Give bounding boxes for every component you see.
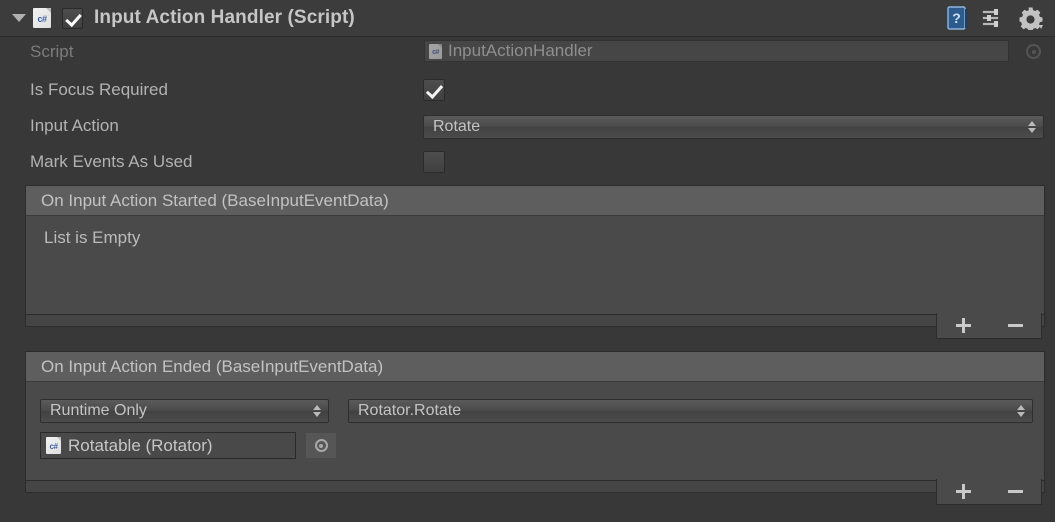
help-icon[interactable]: ? [946,5,970,31]
event-list-body: List is Empty [26,216,1044,248]
preset-icon[interactable] [982,7,1006,29]
function-dropdown[interactable]: Rotator.Rotate [348,399,1033,423]
mark-events-as-used-checkbox[interactable] [423,151,445,173]
csharp-script-icon: c# [46,437,61,454]
csharp-script-icon: c# [429,43,442,59]
remove-listener-button[interactable] [995,313,1035,338]
is-focus-required-row: Is Focus Required [0,76,1055,104]
list-empty-text: List is Empty [44,228,141,247]
object-picker-icon[interactable] [306,433,336,458]
event-footer-strip [25,315,1045,327]
target-object-field[interactable]: c# Rotatable (Rotator) [40,432,296,459]
script-value: InputActionHandler [448,41,593,60]
remove-listener-button[interactable] [995,479,1035,504]
gear-icon[interactable] [1018,6,1043,32]
input-action-label: Input Action [30,116,119,135]
is-focus-required-checkbox[interactable] [423,79,445,101]
svg-text:?: ? [952,10,961,26]
target-object-value: Rotatable (Rotator) [68,435,213,455]
event-footer-strip [25,481,1045,493]
on-input-action-started-section: On Input Action Started (BaseInputEventD… [25,185,1045,315]
csharp-script-icon: c# [33,8,51,28]
script-field: c# InputActionHandler [424,40,1009,62]
add-listener-button[interactable] [943,479,983,504]
section-header: On Input Action Ended (BaseInputEventDat… [26,352,1044,382]
mark-events-as-used-row: Mark Events As Used [0,148,1055,176]
input-action-dropdown[interactable]: Rotate [423,115,1044,139]
call-state-value: Runtime Only [50,402,147,419]
chevron-updown-icon [1017,405,1025,417]
function-value: Rotator.Rotate [358,402,462,419]
object-picker-icon [1026,44,1041,59]
component-enabled-checkbox[interactable] [62,7,83,29]
input-action-value: Rotate [433,118,481,135]
section-title: On Input Action Started (BaseInputEventD… [41,190,389,210]
script-label: Script [30,42,74,61]
is-focus-required-label: Is Focus Required [30,80,168,99]
call-state-dropdown[interactable]: Runtime Only [40,399,329,423]
foldout-arrow-icon[interactable] [8,14,30,22]
page-title: Input Action Handler (Script) [94,7,355,28]
event-add-remove-group [936,479,1042,505]
component-header[interactable]: c# Input Action Handler (Script) ? [0,0,1055,37]
add-listener-button[interactable] [943,313,983,338]
mark-events-as-used-label: Mark Events As Used [30,152,193,171]
chevron-updown-icon [1028,121,1036,133]
section-header: On Input Action Started (BaseInputEventD… [26,186,1044,216]
event-add-remove-group [936,313,1042,339]
header-icon-group: ? [946,5,1043,32]
chevron-updown-icon [313,405,321,417]
section-title: On Input Action Ended (BaseInputEventDat… [41,356,384,376]
